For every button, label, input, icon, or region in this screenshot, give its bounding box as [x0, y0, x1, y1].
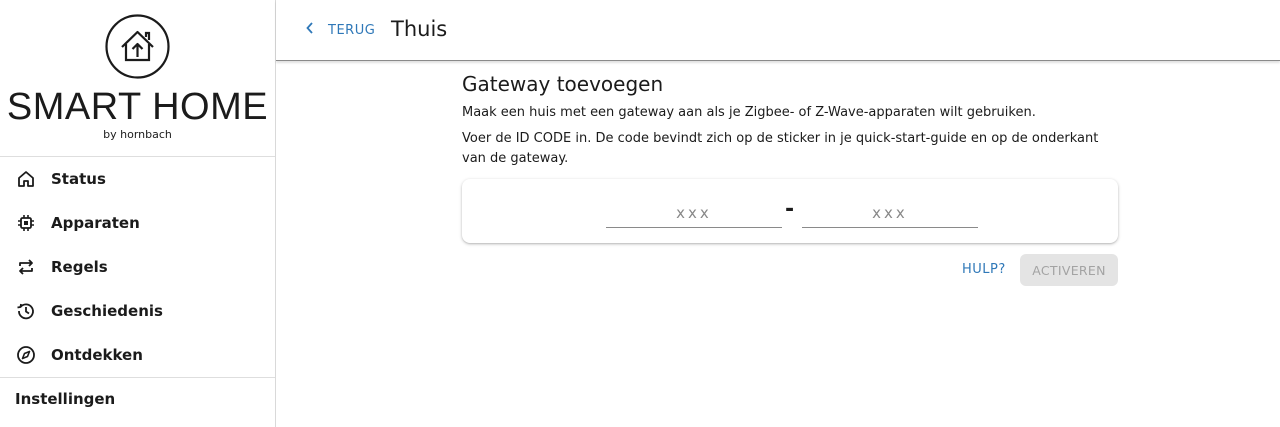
sidebar-item-geschiedenis[interactable]: Geschiedenis: [0, 289, 275, 333]
brand-logo[interactable]: SMART HOME by hornbach: [0, 0, 275, 157]
back-button[interactable]: TERUG: [306, 22, 375, 38]
history-icon: [15, 300, 37, 322]
id-code-card: -: [462, 179, 1118, 243]
sidebar-item-status[interactable]: Status: [0, 157, 275, 201]
back-label: TERUG: [328, 22, 376, 38]
brand-title: SMART HOME: [6, 86, 269, 128]
sidebar-item-label: Ontdekken: [51, 346, 143, 364]
intro-text: Maak een huis met een gateway aan als je…: [462, 105, 1036, 120]
id-code-part1-input[interactable]: [606, 199, 782, 228]
sidebar-item-label: Status: [51, 170, 106, 188]
id-code-part2-input[interactable]: [802, 199, 978, 228]
instructions-text: Voer de ID CODE in. De code bevindt zich…: [462, 131, 1099, 166]
page-title: Thuis: [391, 17, 448, 41]
sidebar-item-label: Regels: [51, 258, 108, 276]
code-separator: -: [785, 197, 795, 222]
sidebar-item-apparaten[interactable]: Apparaten: [0, 201, 275, 245]
help-link[interactable]: HULP?: [962, 262, 1006, 277]
chevron-left-icon: [306, 22, 314, 38]
sidebar-nav: Status Apparaten Regels Geschiedenis Ont…: [0, 157, 275, 377]
sidebar-item-ontdekken[interactable]: Ontdekken: [0, 333, 275, 377]
sidebar-item-regels[interactable]: Regels: [0, 245, 275, 289]
home-icon: [15, 168, 37, 190]
sidebar: SMART HOME by hornbach Status Apparaten: [0, 0, 276, 427]
repeat-icon: [15, 256, 37, 278]
activate-button[interactable]: ACTIVEREN: [1020, 254, 1118, 286]
sidebar-item-settings[interactable]: Instellingen: [15, 390, 115, 408]
compass-icon: [15, 344, 37, 366]
section-heading: Gateway toevoegen: [462, 72, 664, 96]
sidebar-item-label: Geschiedenis: [51, 302, 163, 320]
top-bar: TERUG Thuis: [276, 0, 1280, 61]
house-logo-icon: [105, 14, 170, 79]
chip-icon: [15, 212, 37, 234]
sidebar-divider: [0, 377, 275, 378]
brand-subtitle: by hornbach: [103, 128, 172, 141]
sidebar-item-label: Apparaten: [51, 214, 140, 232]
